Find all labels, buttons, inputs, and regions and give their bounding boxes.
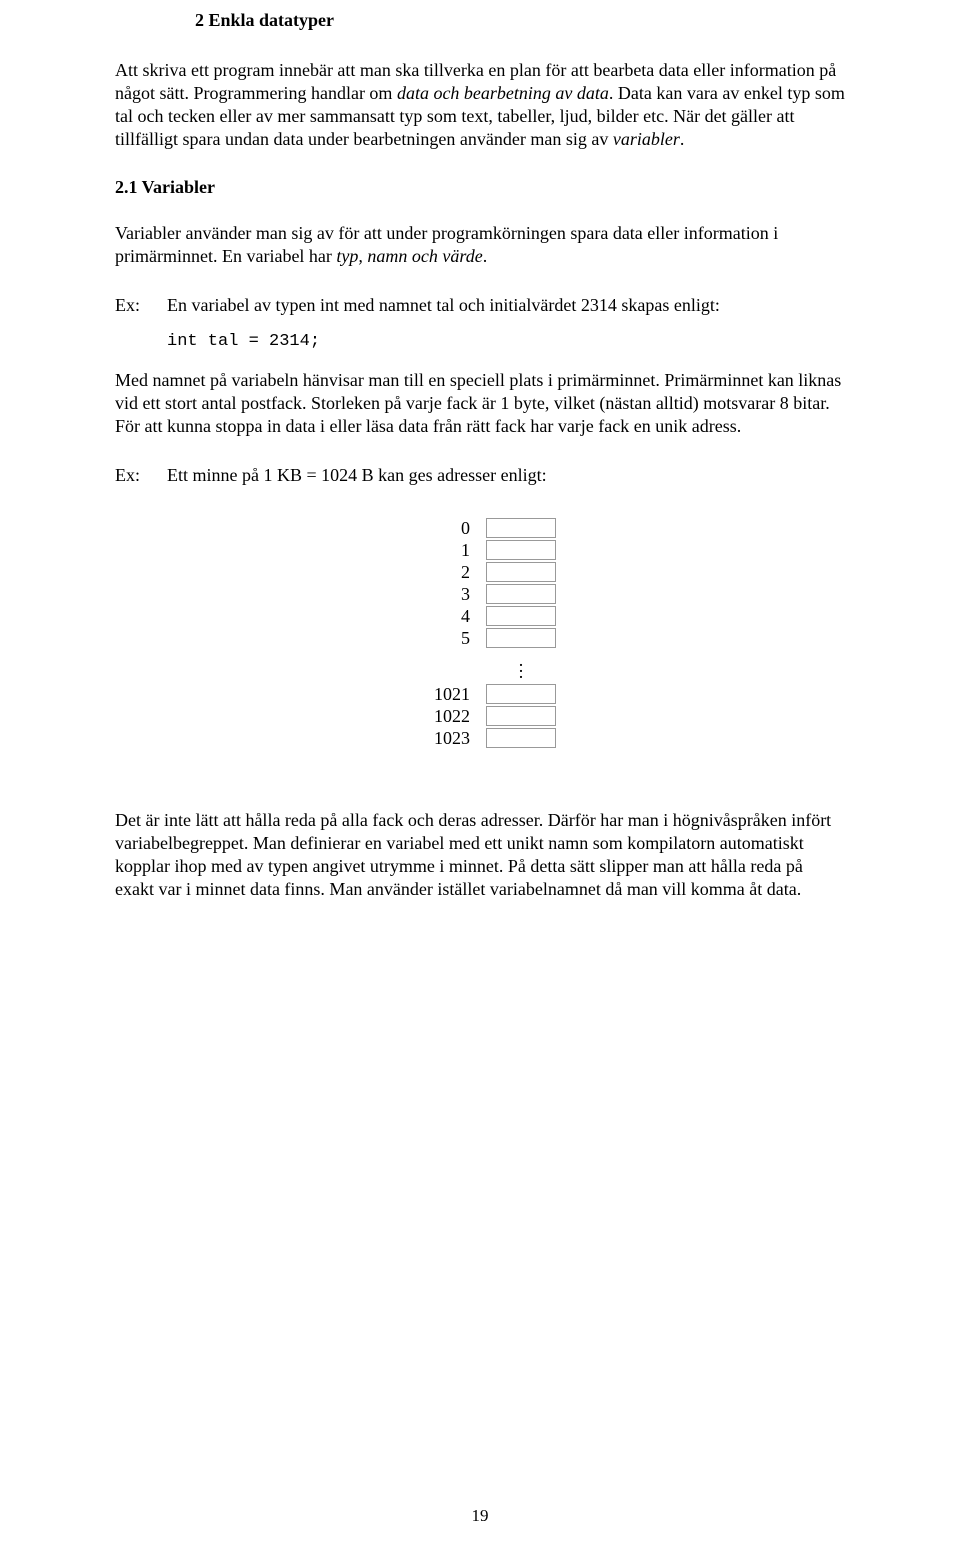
memory-address: 2 bbox=[380, 562, 486, 583]
memory-cell bbox=[486, 540, 556, 560]
memory-cell bbox=[486, 728, 556, 748]
memory-row: 4 bbox=[380, 605, 580, 627]
memory-address: 5 bbox=[380, 628, 486, 649]
example-2: Ex: Ett minne på 1 KB = 1024 B kan ges a… bbox=[115, 464, 845, 487]
memory-row: 3 bbox=[380, 583, 580, 605]
memory-row: 0 bbox=[380, 517, 580, 539]
text-italic: data och bearbetning av data bbox=[397, 83, 609, 103]
memory-cell bbox=[486, 518, 556, 538]
vertical-dots-icon: ... bbox=[486, 657, 556, 675]
memory-cell bbox=[486, 628, 556, 648]
memory-cell bbox=[486, 606, 556, 626]
memory-address: 1 bbox=[380, 540, 486, 561]
memory-diagram: 0 1 2 3 4 5 ... 1021 bbox=[380, 517, 580, 749]
memory-cell bbox=[486, 562, 556, 582]
memory-row: 2 bbox=[380, 561, 580, 583]
example-1: Ex: En variabel av typen int med namnet … bbox=[115, 294, 845, 317]
memory-ellipsis: ... bbox=[380, 649, 580, 683]
page-number: 19 bbox=[0, 1506, 960, 1526]
text-italic: typ, namn och värde bbox=[336, 246, 482, 266]
text-span: . bbox=[483, 246, 488, 266]
example-label: Ex: bbox=[115, 464, 167, 487]
memory-address: 1022 bbox=[380, 706, 486, 727]
text-italic: variabler bbox=[613, 129, 680, 149]
memory-row: 1 bbox=[380, 539, 580, 561]
example-text: Ett minne på 1 KB = 1024 B kan ges adres… bbox=[167, 464, 845, 487]
example-label: Ex: bbox=[115, 294, 167, 317]
example-text: En variabel av typen int med namnet tal … bbox=[167, 294, 845, 317]
memory-cell bbox=[486, 584, 556, 604]
memory-row: 5 bbox=[380, 627, 580, 649]
document-page: 2 Enkla datatyper Att skriva ett program… bbox=[0, 0, 960, 1550]
memory-row: 1022 bbox=[380, 705, 580, 727]
memory-address: 4 bbox=[380, 606, 486, 627]
memory-row: 1021 bbox=[380, 683, 580, 705]
heading-section: 2.1 Variabler bbox=[115, 177, 845, 198]
memory-address: 1023 bbox=[380, 728, 486, 749]
heading-main: 2 Enkla datatyper bbox=[115, 10, 845, 31]
memory-address: 0 bbox=[380, 518, 486, 539]
text-span: . bbox=[680, 129, 685, 149]
closing-paragraph: Det är inte lätt att hålla reda på alla … bbox=[115, 809, 845, 901]
memory-cell bbox=[486, 684, 556, 704]
code-block: int tal = 2314; bbox=[167, 332, 845, 351]
intro-paragraph: Att skriva ett program innebär att man s… bbox=[115, 59, 845, 151]
memory-cell bbox=[486, 706, 556, 726]
memory-address: 3 bbox=[380, 584, 486, 605]
memory-paragraph: Med namnet på variabeln hänvisar man til… bbox=[115, 369, 845, 438]
memory-row: 1023 bbox=[380, 727, 580, 749]
memory-address: 1021 bbox=[380, 684, 486, 705]
variables-paragraph: Variabler använder man sig av för att un… bbox=[115, 222, 845, 268]
